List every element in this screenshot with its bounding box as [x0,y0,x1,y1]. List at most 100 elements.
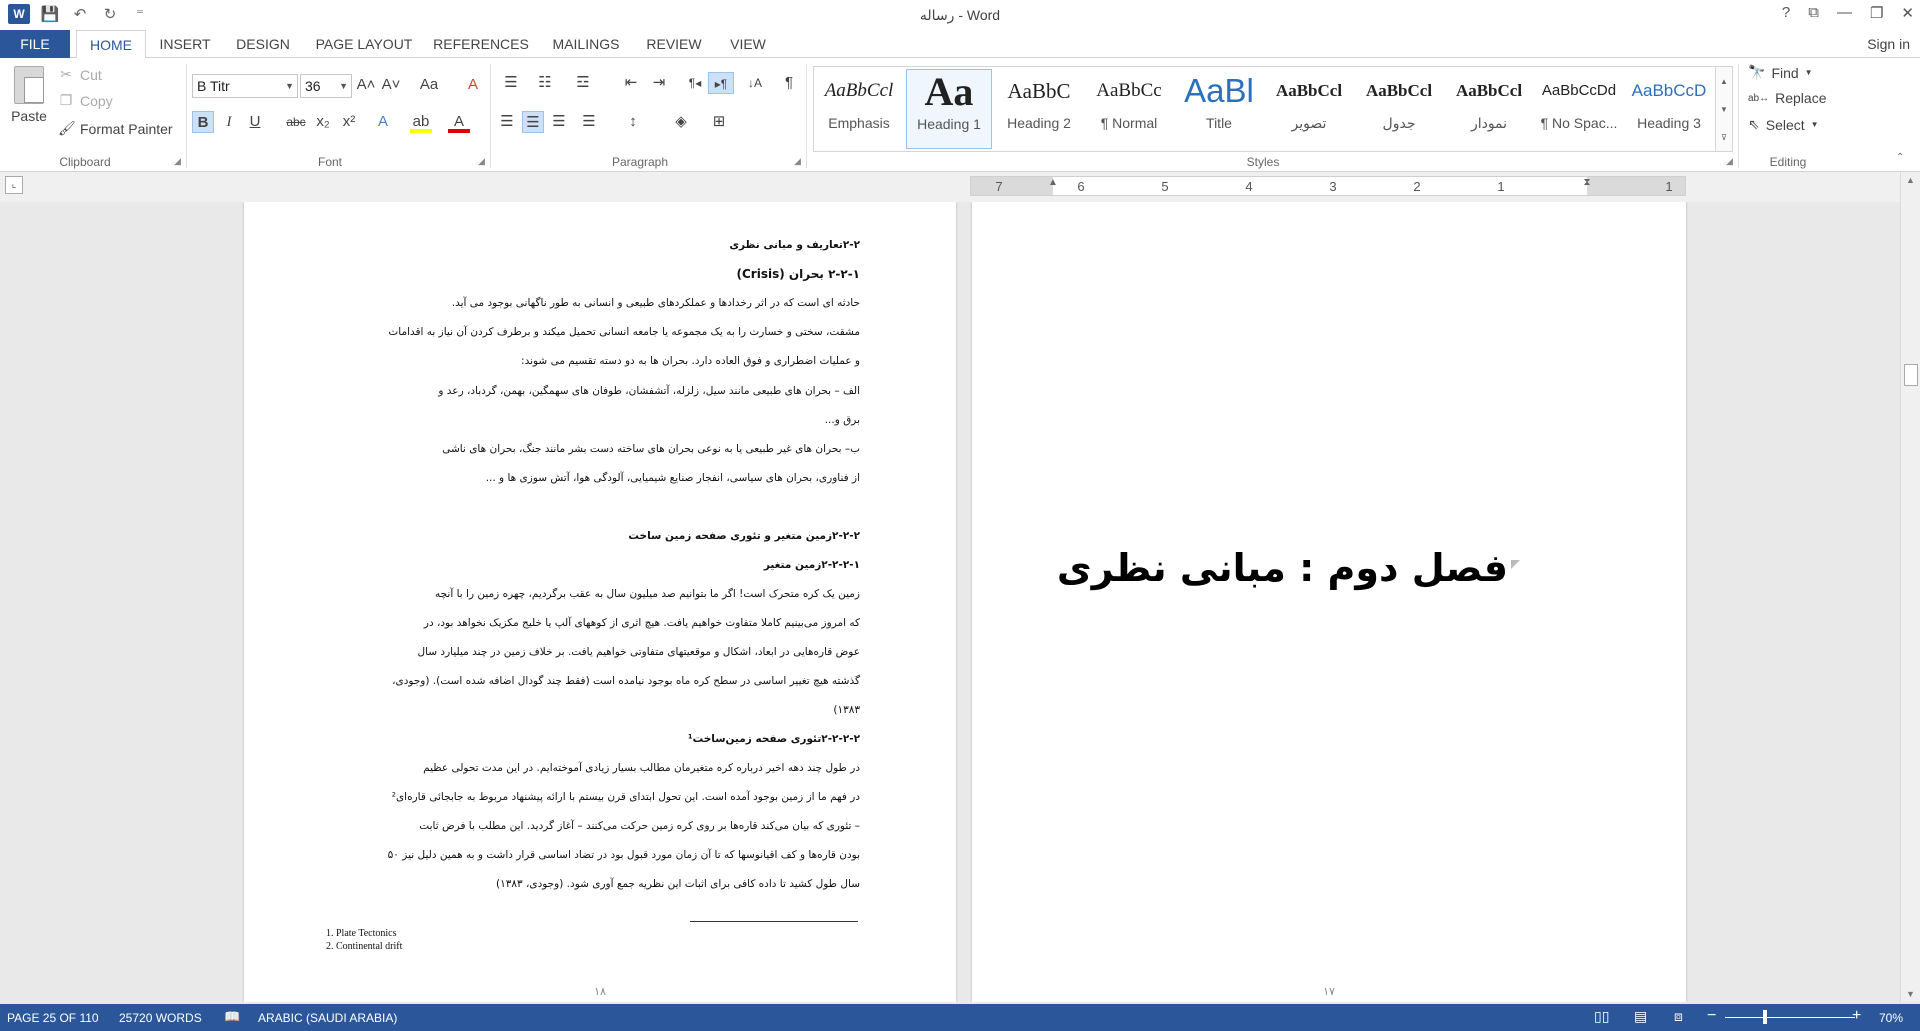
show-formatting-marks-button[interactable]: ¶ [778,72,800,94]
language-status[interactable]: ARABIC (SAUDI ARABIA) [258,1011,397,1025]
zoom-slider-track[interactable] [1725,1017,1855,1018]
left-indent-marker-icon[interactable]: ▲ [1048,177,1058,197]
horizontal-ruler[interactable]: 7 6 5 4 3 2 1 1 ▲ ⧗ [970,176,1686,196]
style-heading-1[interactable]: Aa Heading 1 [906,69,992,149]
scroll-up-icon[interactable]: ▲ [1716,77,1732,86]
paragraph-launcher-icon[interactable]: ◢ [794,156,801,167]
italic-button[interactable]: I [218,111,240,133]
scroll-up-arrow-icon[interactable]: ▲ [1901,172,1920,188]
window-controls: ? ⧉ — ❐ ✕ [1782,4,1914,22]
tab-review[interactable]: REVIEW [638,30,710,58]
style-jadval[interactable]: AaBbCcl جدول [1356,69,1442,149]
align-left-button[interactable]: ☰ [496,111,518,133]
decrease-indent-button[interactable]: ⇤ [620,72,642,94]
style-no-spacing[interactable]: AaBbCcDd ¶ No Spac... [1536,69,1622,149]
tab-insert[interactable]: INSERT [155,30,215,58]
bold-button[interactable]: B [192,111,214,133]
grow-font-button[interactable]: A˄ [355,74,377,96]
superscript-button[interactable]: x² [338,111,360,133]
select-button[interactable]: ⇖ Select ▼ [1748,116,1819,133]
font-launcher-icon[interactable]: ◢ [478,156,485,167]
read-mode-icon[interactable]: ▯▯ [1594,1008,1609,1025]
document-page-18[interactable]: ۲-۲تعاریف و مبانی نظری ۲-۲-۱ بحران (Cris… [244,202,956,1002]
body-line: از فناوری، بحران های سیاسی، انفجار صنایع… [485,472,860,484]
zoom-level[interactable]: 70% [1879,1011,1903,1025]
tab-mailings[interactable]: MAILINGS [545,30,627,58]
highlight-button[interactable]: ab [410,111,432,133]
style-heading-2[interactable]: AaBbC Heading 2 [996,69,1082,149]
word-count-status[interactable]: 25720 WORDS [119,1011,202,1025]
shading-button[interactable]: ◈ [670,111,692,133]
title-bar: W 💾 ↶ ↻ ⁼ رساله - Word ? ⧉ — ❐ ✕ [0,0,1920,30]
zoom-out-button[interactable]: − [1707,1007,1716,1025]
page-count-status[interactable]: PAGE 25 OF 110 [7,1011,99,1025]
text-effects-button[interactable]: A [372,111,394,133]
font-name-select[interactable]: B Titr ▼ [192,74,298,98]
copy-button[interactable]: ❐ Copy [58,92,113,109]
chevron-down-icon: ▼ [339,81,348,91]
tab-file[interactable]: FILE [0,30,70,58]
help-icon[interactable]: ? [1782,4,1790,22]
collapse-ribbon-icon[interactable]: ⌃ [1896,152,1904,163]
ltr-direction-button[interactable]: ¶◂ [682,72,708,94]
web-layout-icon[interactable]: ⧈ [1674,1008,1683,1025]
ribbon-display-options-icon[interactable]: ⧉ [1808,4,1819,22]
ruler-number: 5 [1161,179,1169,194]
scrollbar-thumb[interactable] [1904,364,1918,386]
increase-indent-button[interactable]: ⇥ [648,72,670,94]
scroll-down-arrow-icon[interactable]: ▼ [1901,986,1920,1002]
font-color-button[interactable]: A [448,111,470,133]
tab-references[interactable]: REFERENCES [428,30,534,58]
rtl-direction-button[interactable]: ▸¶ [708,72,734,94]
document-page-17[interactable]: فصل دوم : مبانی نظری ۱۷ [972,202,1686,1002]
minimize-button[interactable]: — [1837,4,1852,22]
change-case-button[interactable]: Aa [414,74,444,96]
font-size-select[interactable]: 36 ▼ [300,74,352,98]
tab-page-layout[interactable]: PAGE LAYOUT [312,30,416,58]
style-emphasis[interactable]: AaBbCcl Emphasis [816,69,902,149]
tab-design[interactable]: DESIGN [228,30,298,58]
strikethrough-button[interactable]: abc [282,111,310,133]
style-normal[interactable]: AaBbCc ¶ Normal [1086,69,1172,149]
style-heading-3[interactable]: AaBbCcD Heading 3 [1626,69,1712,149]
footnote-1: 1. Plate Tectonics [326,928,397,939]
cut-button[interactable]: ✂ Cut [58,66,102,83]
bullets-button[interactable]: ☰ [500,72,522,94]
format-painter-button[interactable]: 🖌 Format Painter [58,120,173,137]
print-layout-icon[interactable]: ▤ [1634,1008,1647,1025]
right-indent-marker-icon[interactable]: ⧗ [1582,177,1592,197]
style-tasvir[interactable]: AaBbCcl تصویر [1266,69,1352,149]
sort-button[interactable]: ↓A [744,72,766,94]
borders-button[interactable]: ⊞ [708,111,730,133]
paste-button[interactable]: Paste [8,66,50,146]
underline-button[interactable]: U [244,111,266,133]
center-button[interactable]: ☰ [522,111,544,133]
style-nemoodar[interactable]: AaBbCcl نمودار [1446,69,1532,149]
tab-view[interactable]: VIEW [720,30,776,58]
style-title[interactable]: AaBl Title [1176,69,1262,149]
zoom-slider-thumb[interactable] [1763,1010,1767,1024]
sign-in-link[interactable]: Sign in [1867,36,1910,52]
vertical-scrollbar[interactable]: ▲ ▼ [1900,172,1920,1002]
multilevel-list-button[interactable]: ☲ [572,72,594,94]
proofing-icon[interactable]: 📖 [224,1009,240,1025]
restore-button[interactable]: ❐ [1870,4,1883,22]
heading-changing-earth-sub: ۲-۲-۲-۱زمین متغیر [763,559,860,571]
more-styles-icon[interactable]: ⊽ [1716,133,1732,142]
tab-home[interactable]: HOME [76,30,146,59]
line-spacing-button[interactable]: ↕ [622,111,644,133]
shrink-font-button[interactable]: A˅ [380,74,402,96]
clipboard-launcher-icon[interactable]: ◢ [174,156,181,167]
scroll-down-icon[interactable]: ▼ [1716,105,1732,114]
find-button[interactable]: 🔭 Find ▼ [1748,64,1813,81]
close-button[interactable]: ✕ [1901,4,1914,22]
align-right-button[interactable]: ☰ [548,111,570,133]
justify-button[interactable]: ☰ [578,111,600,133]
tab-selector-icon[interactable]: ⌞ [5,176,23,194]
replace-button[interactable]: ab↔ Replace [1748,90,1827,106]
numbering-button[interactable]: ☷ [534,72,556,94]
clear-formatting-button[interactable]: A [462,74,484,96]
subscript-button[interactable]: x₂ [312,111,334,133]
zoom-in-button[interactable]: + [1852,1007,1861,1025]
styles-launcher-icon[interactable]: ◢ [1726,156,1733,167]
